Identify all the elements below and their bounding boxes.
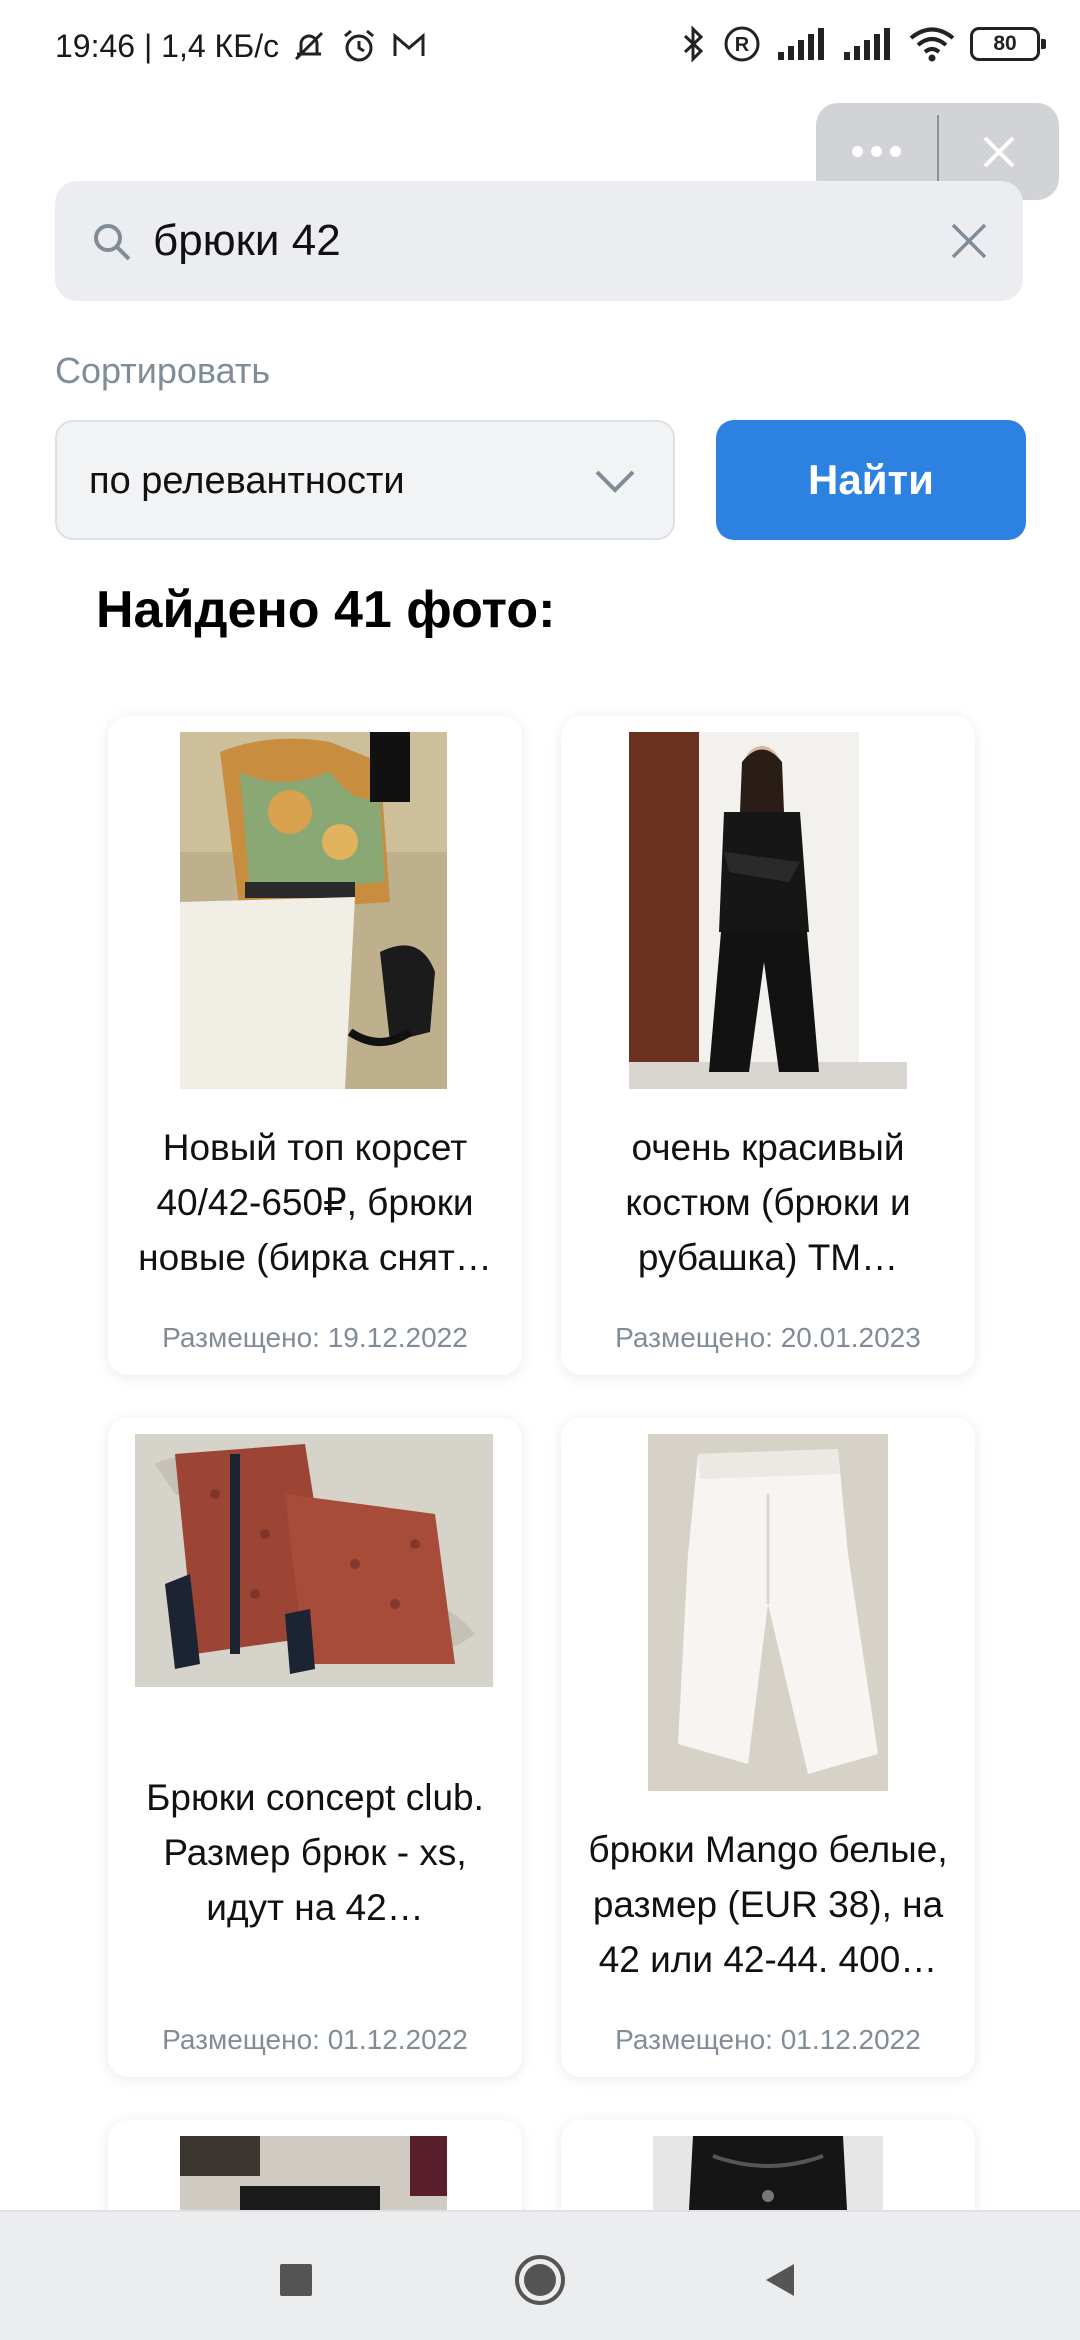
result-card[interactable]: брюки Mango белые, размер (EUR 38), на 4… bbox=[561, 1418, 975, 2077]
alarm-icon bbox=[344, 29, 375, 62]
battery-icon: 80 bbox=[970, 27, 1046, 61]
search-input[interactable] bbox=[153, 203, 933, 279]
product-photo bbox=[648, 1434, 888, 1791]
clear-button[interactable] bbox=[941, 213, 997, 269]
square-icon bbox=[280, 2264, 312, 2296]
product-photo bbox=[180, 732, 447, 1089]
system-nav-bar bbox=[0, 2210, 1080, 2340]
card-title: брюки Mango белые, размер (EUR 38), на 4… bbox=[588, 1829, 948, 1980]
status-left: 19:46 | 1,4 КБ/с bbox=[55, 26, 429, 66]
triangle-back-icon bbox=[766, 2264, 794, 2296]
bell-muted-icon bbox=[295, 31, 324, 61]
search-icon bbox=[94, 224, 131, 261]
result-card[interactable]: Новый топ корсет 40/42-650₽, брюки новые… bbox=[108, 716, 522, 1375]
svg-text:R: R bbox=[735, 34, 750, 56]
product-photo bbox=[629, 732, 907, 1089]
results-title: Найдено 41 фото: bbox=[96, 581, 556, 639]
back-button[interactable] bbox=[752, 2252, 808, 2308]
card-date: Размещено: 20.01.2023 bbox=[615, 1322, 921, 1353]
wifi-icon bbox=[909, 27, 955, 62]
close-icon bbox=[983, 136, 1015, 167]
home-button[interactable] bbox=[512, 2252, 568, 2308]
roaming-icon: R bbox=[724, 26, 760, 62]
search-bar[interactable] bbox=[55, 181, 1023, 301]
sort-label: Сортировать bbox=[55, 350, 271, 391]
signal-icon-2 bbox=[844, 28, 890, 60]
card-date: Размещено: 01.12.2022 bbox=[162, 2024, 468, 2055]
card-title: Брюки concept club. Размер брюк - xs, ид… bbox=[146, 1777, 484, 1928]
status-bar: 19:46 | 1,4 КБ/с R 80 bbox=[0, 0, 1080, 96]
clear-icon bbox=[951, 223, 987, 259]
card-date: Размещено: 01.12.2022 bbox=[615, 2024, 921, 2055]
result-card[interactable]: очень красивый костюм (брюки и рубашка) … bbox=[561, 716, 975, 1375]
sort-select[interactable]: по релевантности bbox=[55, 420, 675, 540]
card-title: Новый топ корсет 40/42-650₽, брюки новые… bbox=[138, 1127, 492, 1278]
signal-icon-1 bbox=[778, 28, 824, 60]
status-time: 19:46 | 1,4 КБ/с bbox=[55, 27, 280, 64]
recents-button[interactable] bbox=[268, 2252, 324, 2308]
sort-select-value: по релевантности bbox=[89, 460, 405, 502]
bluetooth-icon bbox=[683, 25, 704, 63]
result-card[interactable]: Брюки concept club. Размер брюк - xs, ид… bbox=[108, 1418, 522, 2077]
product-photo bbox=[135, 1434, 493, 1687]
status-right: R 80 bbox=[678, 24, 1046, 64]
card-date: Размещено: 19.12.2022 bbox=[162, 1322, 468, 1353]
chevron-down-icon bbox=[595, 470, 635, 493]
card-title: очень красивый костюм (брюки и рубашка) … bbox=[625, 1127, 911, 1278]
mail-icon bbox=[393, 32, 425, 56]
find-button[interactable]: Найти bbox=[716, 420, 1026, 540]
circle-icon bbox=[515, 2255, 565, 2305]
